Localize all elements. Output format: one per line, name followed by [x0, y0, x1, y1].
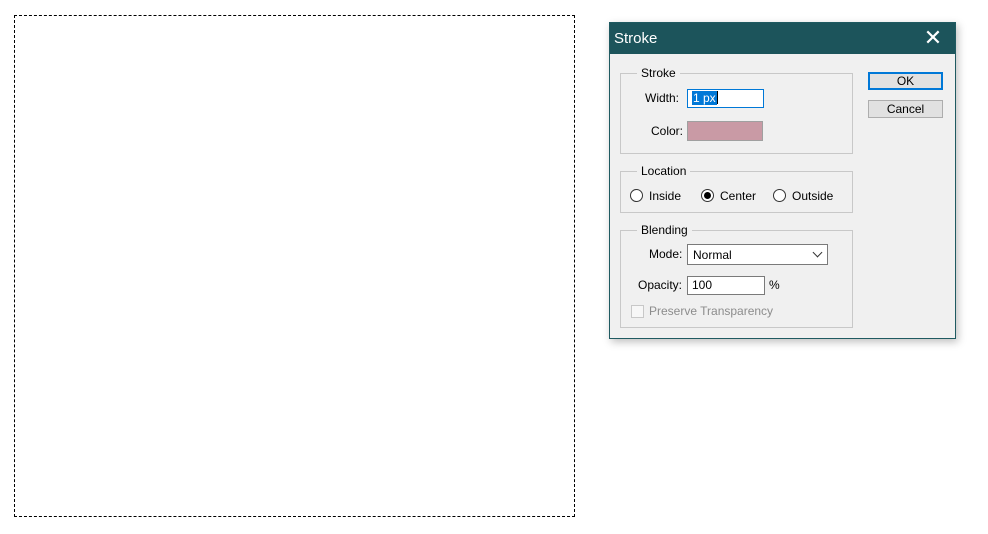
color-label: Color:	[651, 124, 684, 138]
opacity-label: Opacity:	[638, 278, 683, 292]
inside-radio[interactable]	[630, 189, 643, 202]
chevron-down-icon	[812, 247, 823, 258]
outside-radio[interactable]	[773, 189, 786, 202]
width-label: Width:	[645, 91, 680, 105]
location-group-legend: Location	[641, 164, 687, 178]
blending-group-legend: Blending	[641, 223, 688, 237]
dialog-title: Stroke	[614, 30, 658, 47]
mode-label: Mode:	[649, 247, 683, 261]
marquee-selection	[14, 15, 575, 517]
opacity-input-value: 100	[692, 278, 713, 292]
stroke-group-legend: Stroke	[641, 66, 676, 80]
mode-select[interactable]: Normal	[687, 244, 828, 265]
close-icon[interactable]: ✕	[911, 23, 955, 54]
stroke-dialog: Stroke ✕ Stroke Width: 1 px Color: Locat…	[609, 22, 956, 339]
width-input[interactable]: 1 px	[687, 89, 764, 108]
ok-button[interactable]: OK	[868, 72, 943, 90]
width-input-selected-text: 1 px	[692, 91, 717, 105]
center-radio-label[interactable]: Center	[720, 189, 756, 203]
preserve-transparency-label: Preserve Transparency	[649, 304, 774, 318]
opacity-input[interactable]: 100	[687, 276, 765, 295]
dialog-titlebar[interactable]: Stroke ✕	[610, 23, 955, 54]
color-swatch[interactable]	[687, 121, 763, 141]
opacity-unit: %	[769, 278, 780, 292]
preserve-transparency-checkbox[interactable]	[631, 305, 644, 318]
cancel-button[interactable]: Cancel	[868, 100, 943, 118]
outside-radio-label[interactable]: Outside	[792, 189, 833, 203]
text-caret	[716, 91, 718, 104]
inside-radio-label[interactable]: Inside	[649, 189, 681, 203]
center-radio[interactable]	[701, 189, 714, 202]
mode-select-value: Normal	[693, 248, 732, 262]
